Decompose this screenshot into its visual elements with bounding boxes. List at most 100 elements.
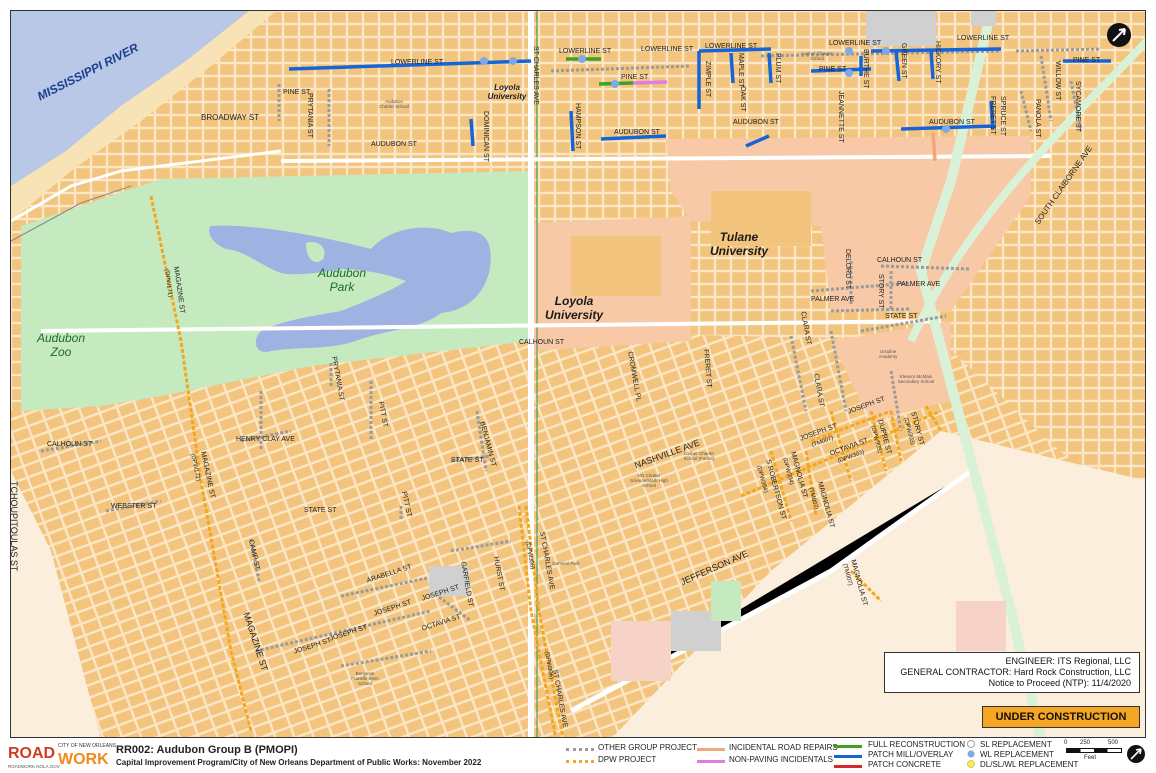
street-label: OAK ST <box>739 86 746 112</box>
roadwork-logo: ROAD WORK CITY OF NEW ORLEANS ROADWORK.N… <box>8 743 116 771</box>
street-label: AUDUBON ST <box>929 119 975 126</box>
school-label: Audubon Charter School <box>379 99 410 109</box>
street-label: HICKORY ST <box>934 41 941 84</box>
legend-dpw-swatch <box>566 760 594 763</box>
street-label: DELORD ST <box>844 249 851 290</box>
school-label: NO Charter Science/Math High School <box>630 473 668 488</box>
footer-legend: ROAD WORK CITY OF NEW ORLEANS ROADWORK.N… <box>0 739 1156 773</box>
street-label: BURTHE ST <box>862 49 869 89</box>
loyola-label: Loyola University <box>544 294 604 322</box>
legend-dpw: DPW PROJECT <box>598 755 657 764</box>
street-label: STATE ST <box>304 507 337 514</box>
ntp-line: Notice to Proceed (NTP): 11/4/2020 <box>988 678 1131 688</box>
pink-lot-1 <box>956 601 1006 651</box>
street-label: PALMER AVE <box>897 281 941 288</box>
street-label: PANOLA ST <box>1034 99 1041 138</box>
street-label: WEBSTER ST <box>111 503 157 510</box>
map-area[interactable]: MISSISSIPPI RIVER Loyola University Tula… <box>10 10 1146 738</box>
legend-sl: SL REPLACEMENT <box>980 740 1052 749</box>
street-label: DOMINICAN ST <box>482 111 489 162</box>
compass-icon <box>1127 745 1145 763</box>
scale-zero: 0 <box>1064 740 1068 746</box>
scale-max: 500 <box>1108 740 1119 746</box>
street-label: SPRUCE ST <box>999 96 1006 137</box>
green-lot <box>711 581 741 621</box>
street-label: AUDUBON ST <box>614 129 660 136</box>
street-label: STATE ST <box>451 457 484 464</box>
non-paving-incidentals <box>632 80 668 85</box>
logo-city: CITY OF NEW ORLEANS <box>58 743 116 749</box>
audubon-zoo-label: Audubon Zoo <box>36 331 86 359</box>
loyola-buildings <box>571 236 661 296</box>
pink-lot-2 <box>611 621 671 681</box>
logo-road: ROAD <box>8 745 56 762</box>
logo-tagline: ROADWORK.NOLA.GOV <box>8 764 60 769</box>
street-label: CALHOUN ST <box>47 441 93 448</box>
legend-full-recon-swatch <box>834 745 862 748</box>
street-label: TCHOUPITOULAS ST <box>10 481 19 572</box>
status-badge: UNDER CONSTRUCTION <box>982 706 1140 728</box>
school-label: Ursuline Academy <box>878 349 898 359</box>
street-label: PLUM ST <box>774 53 781 84</box>
map-subtitle: Capital Improvement Program/City of New … <box>116 758 482 767</box>
north-arrow-icon <box>1107 23 1131 47</box>
school-label: Benjamin Franklin Elem School <box>351 671 379 686</box>
engineer-line: ENGINEER: ITS Regional, LLC <box>1005 656 1131 666</box>
map-sheet: MISSISSIPPI RIVER Loyola University Tula… <box>0 0 1156 773</box>
scale-unit: Feet <box>1084 755 1097 761</box>
gray-lot-2 <box>971 11 996 26</box>
incidental-road-repairs <box>931 132 937 162</box>
street-label: CALHOUN ST <box>519 339 565 346</box>
street-label: JEANNETTE ST <box>837 91 844 143</box>
street-label: LOWERLINE ST <box>391 59 444 66</box>
street-label: ZIMPLE ST <box>704 61 711 98</box>
street-label: MAPLE ST <box>737 53 744 88</box>
school-label: Lusher Charter School <box>801 51 832 61</box>
loyola-label-small: Loyola University <box>487 83 527 101</box>
street-label: LOWERLINE ST <box>641 46 694 53</box>
street-label: PINE ST <box>1073 57 1101 64</box>
legend-full-recon: FULL RECONSTRUCTION <box>868 740 966 749</box>
scale-bar <box>1066 748 1122 753</box>
legend-patch-concrete: PATCH CONCRETE <box>868 760 942 769</box>
street-label: BROADWAY ST <box>201 113 260 122</box>
street-label: PINE ST <box>819 66 847 73</box>
school-label: Eleanor McMain Secondary School <box>897 374 935 384</box>
street-label: PINE ST <box>621 74 649 81</box>
street-label: ST CHARLES AVE <box>532 46 539 105</box>
legend-dot-icons <box>967 740 975 768</box>
legend-patch-mill: PATCH MILL/OVERLAY <box>868 750 954 759</box>
street-label: LOWERLINE ST <box>705 43 758 50</box>
street-label: PALMER AVE <box>811 296 855 303</box>
street-label: GREEN ST <box>900 43 907 79</box>
street-label: FRERET ST <box>989 96 996 135</box>
legend-other-group-swatch <box>566 748 594 751</box>
logo-work: WORK <box>58 751 109 768</box>
street-label: LOWERLINE ST <box>829 40 882 47</box>
street-label: STORY ST <box>877 274 884 309</box>
audubon-park-label: Audubon Park <box>317 266 367 294</box>
legend-dl: DL/SL/WL REPLACEMENT <box>980 760 1079 769</box>
street-label: CALHOUN ST <box>877 257 923 264</box>
legend-other-group: OTHER GROUP PROJECT <box>598 743 697 752</box>
legend-incidental-swatch <box>697 748 725 751</box>
legend-patch-concrete-swatch <box>834 765 862 768</box>
legend-non-paving: NON-PAVING INCIDENTALS <box>729 755 834 764</box>
street-label: STATE ST <box>885 313 918 320</box>
school-label: Danneel Park <box>552 561 580 566</box>
street-label: AUDUBON ST <box>371 141 417 148</box>
school-label: Lusher Charter School (Fortier) <box>683 451 715 461</box>
street-label: SYCAMORE ST <box>1074 81 1081 132</box>
project-info-box: ENGINEER: ITS Regional, LLC GENERAL CONT… <box>884 652 1140 693</box>
street-label: HAMPSON ST <box>574 103 581 150</box>
street-label: AUDUBON ST <box>733 119 779 126</box>
scale-mid: 250 <box>1080 740 1091 746</box>
street-label: WILLOW ST <box>1054 61 1061 101</box>
map-title: RR002: Audubon Group B (PMOPI) <box>116 744 298 756</box>
street-label: LOWERLINE ST <box>957 35 1010 42</box>
legend-incidental: INCIDENTAL ROAD REPAIRS <box>729 743 838 752</box>
legend-wl: WL REPLACEMENT <box>980 750 1054 759</box>
street-label: LOWERLINE ST <box>559 48 612 55</box>
legend-patch-mill-swatch <box>834 755 862 758</box>
street-label: HENRY CLAY AVE <box>236 436 295 443</box>
